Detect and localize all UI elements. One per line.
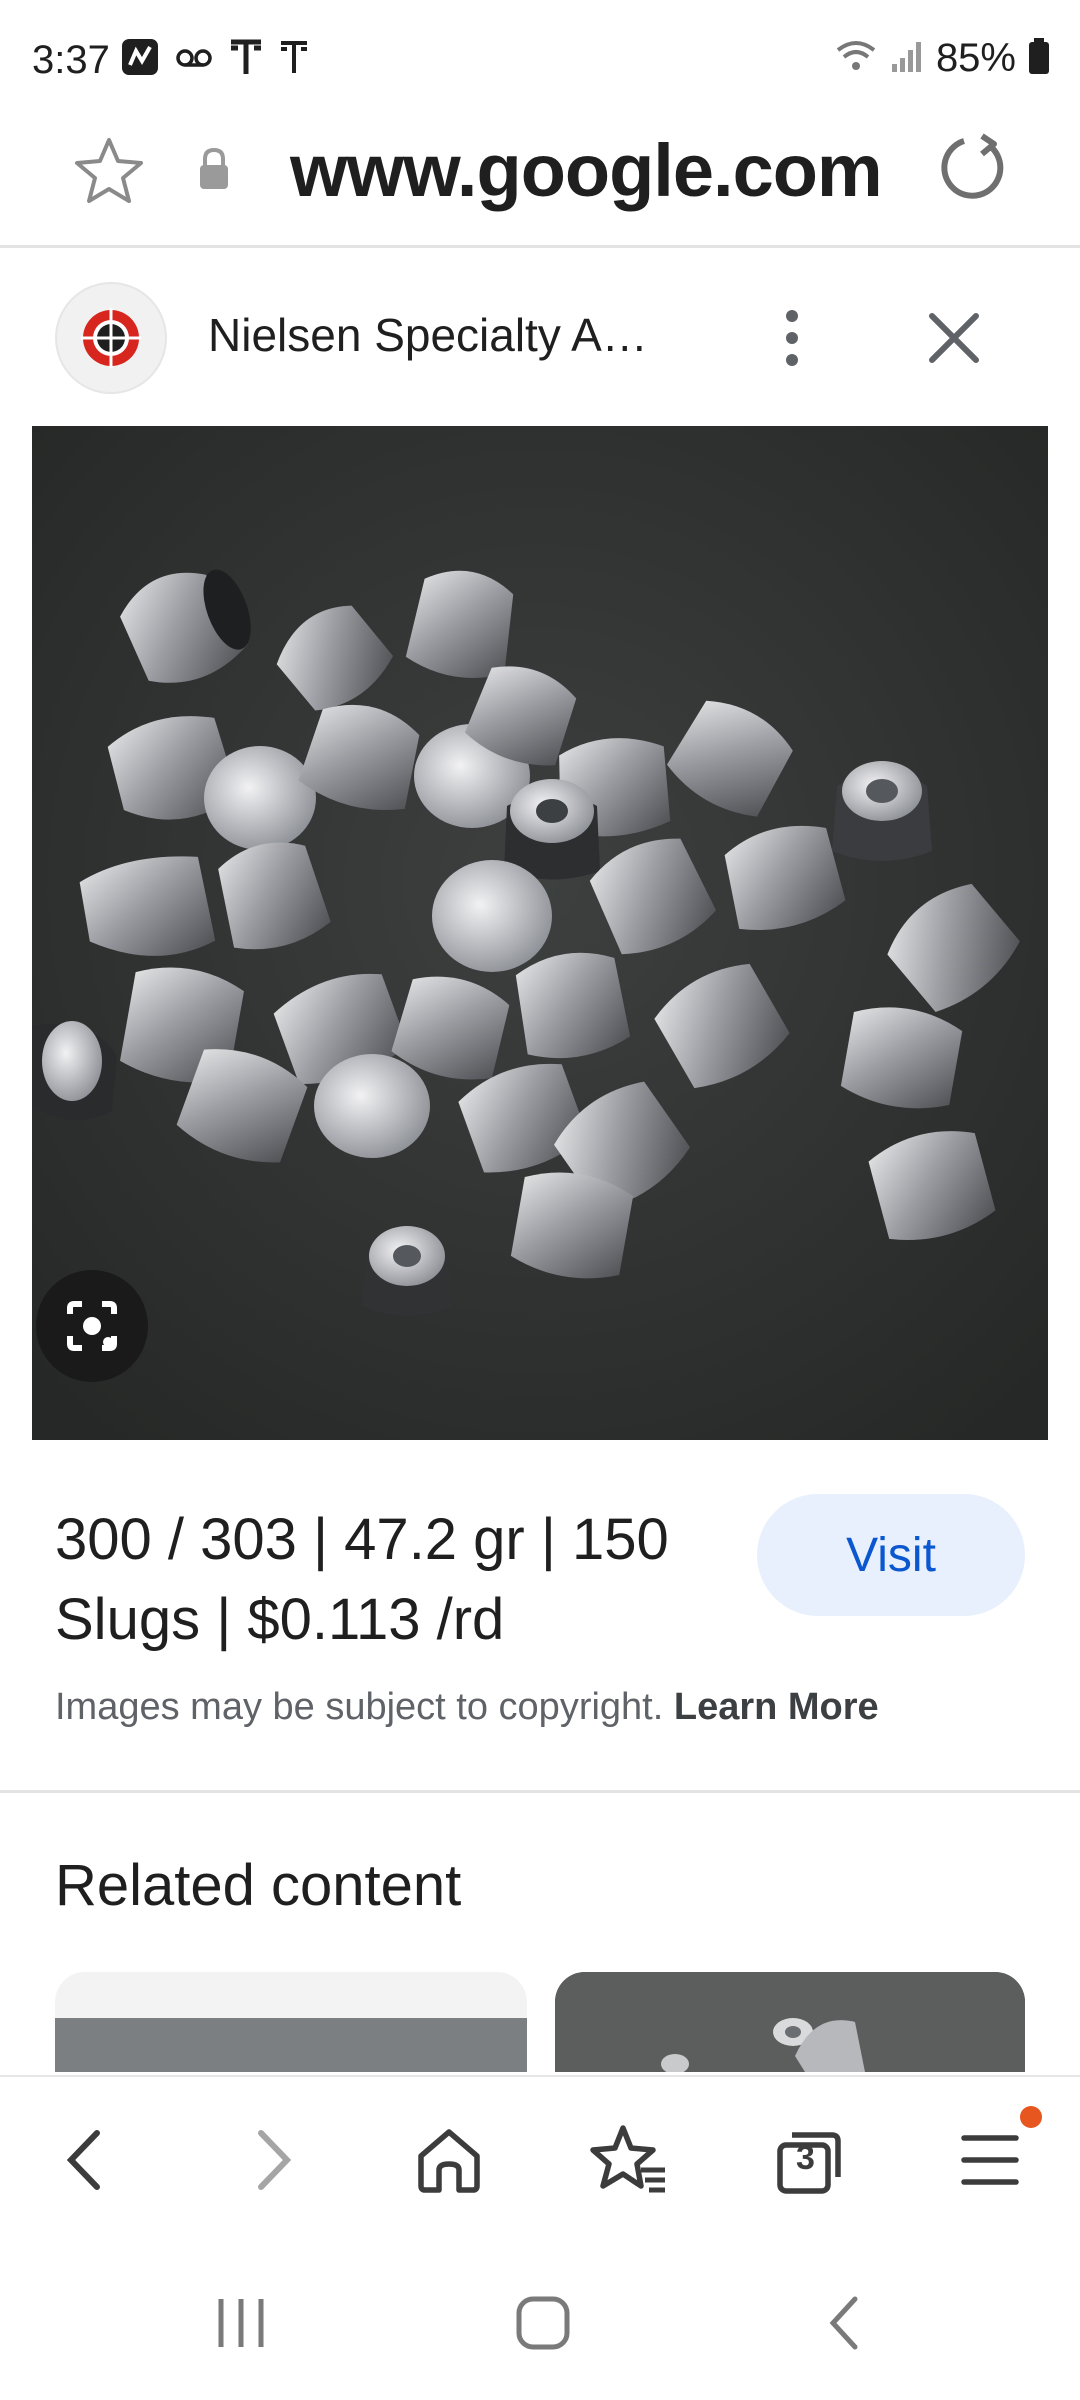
divider — [0, 1790, 1080, 1793]
google-lens-button[interactable] — [36, 1270, 148, 1382]
carrier-icon — [228, 36, 264, 83]
signal-icon — [890, 36, 924, 81]
lens-icon — [67, 1301, 117, 1351]
menu-notification-dot — [1020, 2106, 1042, 2128]
carrier-icon-2 — [278, 37, 310, 82]
forward-button[interactable] — [218, 2105, 328, 2215]
recent-apps-icon — [218, 2299, 264, 2347]
home-nav-icon — [516, 2296, 570, 2350]
bookmark-star-icon[interactable] — [72, 134, 146, 211]
status-bar: 3:37 85% — [0, 0, 1080, 120]
voicemail-icon — [174, 37, 214, 82]
bookmarks-icon — [590, 2125, 665, 2193]
related-card[interactable] — [555, 1972, 1025, 2072]
back-button[interactable] — [30, 2105, 140, 2215]
url-text[interactable]: www.google.com — [290, 128, 883, 213]
system-status-icons: 85% — [834, 36, 1050, 81]
result-image[interactable] — [32, 426, 1048, 1440]
result-title: 300 / 303 | 47.2 gr | 150 Slugs | $0.113… — [55, 1507, 669, 1652]
home-nav-button[interactable] — [488, 2268, 598, 2378]
back-nav-icon — [829, 2296, 858, 2350]
browser-toolbar — [0, 2075, 1080, 2245]
related-content-heading: Related content — [55, 1853, 462, 1918]
learn-more-link[interactable]: Learn More — [674, 1686, 879, 1728]
status-time: 3:37 — [32, 38, 110, 82]
more-options-icon[interactable] — [772, 306, 812, 375]
source-name[interactable]: Nielsen Specialty A… — [208, 308, 648, 362]
copyright-notice: Images may be subject to copyright. Lear… — [55, 1686, 879, 1729]
forward-icon — [258, 2130, 292, 2190]
battery-percent: 85% — [935, 36, 1016, 80]
home-icon — [418, 2129, 480, 2193]
lock-icon — [196, 146, 232, 197]
bookmarks-button[interactable] — [574, 2105, 684, 2215]
battery-icon — [1028, 36, 1050, 81]
visit-button[interactable]: Visit — [757, 1494, 1025, 1616]
back-icon — [66, 2130, 100, 2190]
menu-icon — [961, 2135, 1019, 2185]
source-logo[interactable] — [55, 282, 167, 394]
reload-icon[interactable] — [936, 130, 1012, 211]
recent-apps-button[interactable] — [186, 2268, 296, 2378]
app-notification-icon — [120, 37, 160, 82]
close-icon[interactable] — [926, 310, 982, 371]
copyright-text: Images may be subject to copyright. — [55, 1686, 664, 1728]
back-nav-button[interactable] — [792, 2268, 902, 2378]
tabs-button[interactable]: 3 — [754, 2105, 864, 2215]
home-button[interactable] — [394, 2105, 504, 2215]
related-card[interactable] — [55, 1972, 527, 2072]
notification-icons — [120, 36, 310, 83]
wifi-icon — [834, 36, 878, 81]
tabs-count: 3 — [796, 2139, 815, 2177]
